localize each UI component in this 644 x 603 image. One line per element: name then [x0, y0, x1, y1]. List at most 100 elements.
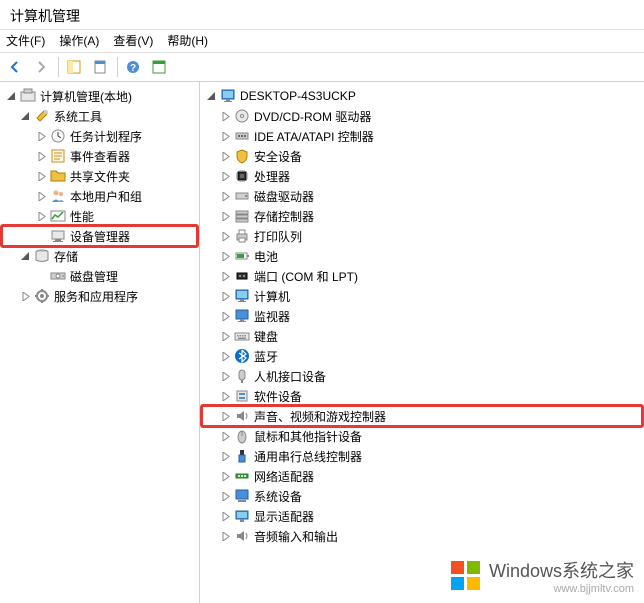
tree-item-label: 通用串行总线控制器 [254, 448, 362, 465]
device-category-sound[interactable]: 声音、视频和游戏控制器 [202, 406, 642, 426]
device-category-cpu[interactable]: 处理器 [202, 166, 642, 186]
expand-toggle[interactable] [34, 149, 48, 163]
device-category-system[interactable]: 系统设备 [202, 486, 642, 506]
tree-item-label: 磁盘驱动器 [254, 188, 314, 205]
device-category-port[interactable]: 端口 (COM 和 LPT) [202, 266, 642, 286]
expand-toggle[interactable] [218, 509, 232, 523]
expand-toggle[interactable] [218, 289, 232, 303]
toolbar-help-button[interactable]: ? [122, 55, 146, 79]
device-category-keyboard[interactable]: 键盘 [202, 326, 642, 346]
expand-toggle[interactable] [34, 189, 48, 203]
tree-item-scheduler[interactable]: 任务计划程序 [2, 126, 197, 146]
toolbar: ? [0, 52, 644, 82]
tree-item-label: 设备管理器 [70, 228, 130, 245]
expand-toggle[interactable] [218, 209, 232, 223]
device-category-software[interactable]: 软件设备 [202, 386, 642, 406]
device-category-network[interactable]: 网络适配器 [202, 466, 642, 486]
expand-toggle[interactable] [218, 169, 232, 183]
svg-text:?: ? [130, 63, 136, 74]
expand-toggle[interactable] [218, 409, 232, 423]
network-icon [234, 468, 250, 484]
device-category-display[interactable]: 显示适配器 [202, 506, 642, 526]
toolbar-show-hide-button[interactable] [63, 55, 87, 79]
expand-toggle[interactable] [34, 129, 48, 143]
tree-item-services[interactable]: 服务和应用程序 [2, 286, 197, 306]
device-category-hid[interactable]: 人机接口设备 [202, 366, 642, 386]
expand-toggle[interactable] [18, 289, 32, 303]
tree-item-storage[interactable]: 存储 [2, 246, 197, 266]
expand-toggle[interactable] [218, 229, 232, 243]
tree-item-users[interactable]: 本地用户和组 [2, 186, 197, 206]
expand-toggle[interactable] [218, 449, 232, 463]
tree-item-sharedfolders[interactable]: 共享文件夹 [2, 166, 197, 186]
tree-item-performance[interactable]: 性能 [2, 206, 197, 226]
right-tree-pane: DESKTOP-4S3UCKPDVD/CD-ROM 驱动器IDE ATA/ATA… [200, 82, 644, 603]
device-category-printer[interactable]: 打印队列 [202, 226, 642, 246]
device-category-ide[interactable]: IDE ATA/ATAPI 控制器 [202, 126, 642, 146]
expand-toggle[interactable] [218, 129, 232, 143]
system-icon [234, 488, 250, 504]
expand-toggle[interactable] [218, 109, 232, 123]
usb-icon [234, 448, 250, 464]
tree-item-label: 处理器 [254, 168, 290, 185]
expand-toggle[interactable] [218, 269, 232, 283]
tree-item-label: 系统设备 [254, 488, 302, 505]
device-category-monitor[interactable]: 监视器 [202, 306, 642, 326]
tree-item-label: 显示适配器 [254, 508, 314, 525]
sharedfolders-icon [50, 168, 66, 184]
toolbar-properties-button[interactable] [89, 55, 113, 79]
expand-toggle[interactable] [218, 369, 232, 383]
expand-toggle[interactable] [218, 489, 232, 503]
expand-toggle[interactable] [218, 149, 232, 163]
expand-toggle[interactable] [204, 89, 218, 103]
expand-toggle[interactable] [218, 249, 232, 263]
toolbar-forward-button[interactable] [30, 55, 54, 79]
performance-icon [50, 208, 66, 224]
device-category-battery[interactable]: 电池 [202, 246, 642, 266]
tree-item-devicemgr[interactable]: 设备管理器 [2, 226, 197, 246]
software-icon [234, 388, 250, 404]
expand-toggle[interactable] [34, 209, 48, 223]
device-category-dvd[interactable]: DVD/CD-ROM 驱动器 [202, 106, 642, 126]
toolbar-extra-button[interactable] [148, 55, 172, 79]
menu-action[interactable]: 操作(A) [59, 32, 99, 50]
tree-item-tools[interactable]: 系统工具 [2, 106, 197, 126]
device-category-computer[interactable]: 计算机 [202, 286, 642, 306]
tree-item-label: 服务和应用程序 [54, 288, 138, 305]
watermark: Windows系统之家 www.bjjmltv.com [449, 557, 634, 595]
device-root[interactable]: DESKTOP-4S3UCKP [202, 86, 642, 106]
tree-root-computer-management[interactable]: 计算机管理(本地) [2, 86, 197, 106]
tree-item-eventviewer[interactable]: 事件查看器 [2, 146, 197, 166]
device-category-mouse[interactable]: 鼠标和其他指针设备 [202, 426, 642, 446]
keyboard-icon [234, 328, 250, 344]
device-category-usb[interactable]: 通用串行总线控制器 [202, 446, 642, 466]
expand-toggle[interactable] [218, 469, 232, 483]
tree-item-label: 计算机 [254, 288, 290, 305]
expand-toggle[interactable] [218, 389, 232, 403]
toolbar-back-button[interactable] [4, 55, 28, 79]
device-category-bluetooth[interactable]: 蓝牙 [202, 346, 642, 366]
expand-toggle[interactable] [4, 89, 18, 103]
menu-file[interactable]: 文件(F) [6, 32, 45, 50]
device-category-security[interactable]: 安全设备 [202, 146, 642, 166]
menu-view[interactable]: 查看(V) [113, 32, 153, 50]
expand-toggle[interactable] [218, 349, 232, 363]
tree-item-diskmgr[interactable]: 磁盘管理 [2, 266, 197, 286]
expand-toggle[interactable] [18, 109, 32, 123]
device-category-disk[interactable]: 磁盘驱动器 [202, 186, 642, 206]
expand-toggle[interactable] [18, 249, 32, 263]
expand-toggle[interactable] [218, 429, 232, 443]
menu-help[interactable]: 帮助(H) [167, 32, 208, 50]
expand-toggle[interactable] [218, 529, 232, 543]
expand-toggle[interactable] [218, 309, 232, 323]
hid-icon [234, 368, 250, 384]
expand-toggle[interactable] [218, 189, 232, 203]
device-category-audio[interactable]: 音频输入和输出 [202, 526, 642, 546]
expand-toggle[interactable] [218, 329, 232, 343]
display-icon [234, 508, 250, 524]
device-category-storagectl[interactable]: 存储控制器 [202, 206, 642, 226]
toolbar-separator [58, 57, 59, 77]
tree-item-label: 计算机管理(本地) [40, 88, 132, 105]
expand-toggle[interactable] [34, 169, 48, 183]
cpu-icon [234, 168, 250, 184]
